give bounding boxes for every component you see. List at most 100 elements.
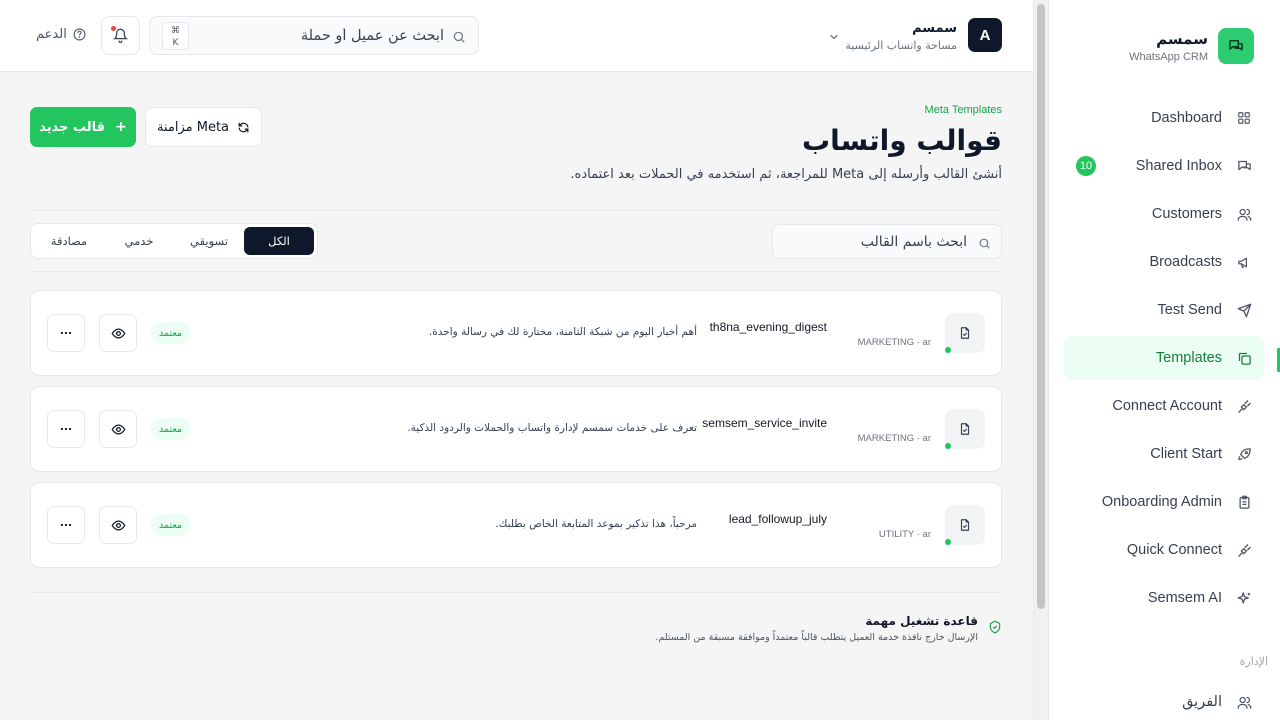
rocket-icon [1236,446,1252,462]
sidebar-item-dashboard[interactable]: Dashboard [1064,96,1264,140]
sidebar-item-label: Templates [1155,350,1222,366]
status-badge: معتمد [151,418,191,440]
page-eyebrow: Meta Templates [924,104,1002,116]
brand-subtitle: WhatsApp CRM [1129,50,1208,63]
rule-description: الإرسال خارج نافذة خدمة العميل يتطلب قال… [655,632,978,643]
file-icon [945,409,985,449]
status-badge: معتمد [151,322,191,344]
sidebar-item-shared-inbox[interactable]: 10 Shared Inbox [1064,144,1264,188]
sidebar-item-label: Test Send [1157,302,1223,318]
chat-logo-icon [1218,28,1254,64]
sidebar-item-semsem-ai[interactable]: Semsem AI [1064,576,1264,620]
chat-icon [1236,158,1252,174]
megaphone-icon [1236,254,1252,270]
more-options-button[interactable] [47,506,85,544]
brand[interactable]: سمسم WhatsApp CRM [1129,28,1254,64]
sidebar-item-broadcasts[interactable]: Broadcasts [1064,240,1264,284]
search-icon [978,235,991,249]
plus-icon: + [115,119,127,135]
divider [30,271,1002,272]
approved-dot [945,347,951,353]
preview-button[interactable] [99,314,137,352]
sidebar-item-label: Shared Inbox [1135,158,1222,174]
users-icon [1236,694,1252,710]
send-icon [1236,302,1252,318]
scrollbar-thumb[interactable] [1037,4,1045,609]
sidebar-nav: Dashboard 10 Shared Inbox Customers Broa… [1064,96,1264,624]
template-body: مرحباً، هذا تذكير بموعد المتابعة الخاص ب… [495,518,697,530]
template-body: أهم أخبار اليوم من شبكة الثامنة، مختارة … [428,326,697,338]
divider [30,592,1002,593]
eye-icon [111,518,126,533]
grid-icon [1236,110,1252,126]
template-body: تعرف على خدمات سمسم لإدارة واتساب والحمل… [407,422,697,434]
chevron-down-icon[interactable] [828,28,840,40]
sidebar-item-client-start[interactable]: Client Start [1064,432,1264,476]
inbox-count-badge: 10 [1076,156,1096,176]
tab-utility[interactable]: خدمي [104,227,174,255]
sidebar-item-onboarding-admin[interactable]: Onboarding Admin [1064,480,1264,524]
notifications-button[interactable] [101,16,140,55]
sidebar-item-label: Broadcasts [1149,254,1222,270]
rule-title: قاعدة تشغيل مهمة [865,614,978,628]
workspace-switcher[interactable]: سمسم مساحة واتساب الرئيسية [845,21,957,52]
global-search[interactable]: ⌘ K [149,16,479,55]
sidebar-item-connect-account[interactable]: Connect Account [1064,384,1264,428]
file-icon [945,313,985,353]
notification-dot [111,26,116,31]
template-name: th8na_evening_digest [709,320,827,334]
sidebar-item-label: Customers [1151,206,1222,222]
preview-button[interactable] [99,410,137,448]
template-search-input[interactable] [781,225,967,258]
template-card[interactable]: lead_followup_july UTILITY · ar مرحباً، … [30,482,1002,568]
tab-all[interactable]: الكل [244,227,314,255]
more-options-button[interactable] [47,314,85,352]
workspace-avatar[interactable]: A [968,18,1002,52]
support-link[interactable]: الدعم [36,27,86,42]
sidebar-item-label: Connect Account [1112,398,1222,414]
template-card[interactable]: semsem_service_invite MARKETING · ar تعر… [30,386,1002,472]
more-horizontal-icon [59,422,73,436]
sync-meta-button[interactable]: مزامنة Meta [145,107,262,147]
more-horizontal-icon [59,326,73,340]
sidebar-item-team[interactable]: الفريق [1064,680,1264,720]
main-scrollbar[interactable] [1033,0,1048,720]
more-horizontal-icon [59,518,73,532]
template-search[interactable] [772,224,1002,259]
tab-marketing[interactable]: تسويقي [174,227,244,255]
file-icon [945,505,985,545]
kbd-key: K [172,38,179,48]
sidebar-item-label: Dashboard [1151,110,1222,126]
support-label: الدعم [36,27,67,42]
preview-button[interactable] [99,506,137,544]
shield-check-icon [988,620,1002,634]
tab-authentication[interactable]: مصادقة [34,227,104,255]
sidebar-item-label: Onboarding Admin [1101,494,1222,510]
workspace-name: سمسم [912,21,957,36]
sidebar-item-customers[interactable]: Customers [1064,192,1264,236]
sidebar-item-label: Semsem AI [1147,590,1222,606]
sidebar-item-templates[interactable]: Templates [1064,336,1264,380]
main-content: A سمسم مساحة واتساب الرئيسية ⌘ K الدعم M… [0,0,1033,720]
new-template-button[interactable]: قالب جديد + [30,107,136,147]
sidebar: سمسم WhatsApp CRM Dashboard 10 Shared In… [1048,0,1280,720]
template-meta: MARKETING · ar [857,433,931,444]
admin-section-label: الإدارة [1239,655,1268,668]
plug-icon [1236,398,1252,414]
users-icon [1236,206,1252,222]
template-name: lead_followup_july [728,512,827,526]
sidebar-item-quick-connect[interactable]: Quick Connect [1064,528,1264,572]
template-card[interactable]: th8na_evening_digest MARKETING · ar أهم … [30,290,1002,376]
sidebar-item-label: الفريق [1182,694,1222,710]
new-template-label: قالب جديد [39,119,106,135]
plug-icon [1236,542,1252,558]
sidebar-item-label: Client Start [1150,446,1222,462]
refresh-icon [237,121,250,134]
top-header: A سمسم مساحة واتساب الرئيسية ⌘ K الدعم [0,0,1033,72]
template-meta: UTILITY · ar [878,529,931,540]
search-input[interactable] [194,17,444,54]
sidebar-item-label: Quick Connect [1126,542,1222,558]
eye-icon [111,422,126,437]
sidebar-item-test-send[interactable]: Test Send [1064,288,1264,332]
more-options-button[interactable] [47,410,85,448]
